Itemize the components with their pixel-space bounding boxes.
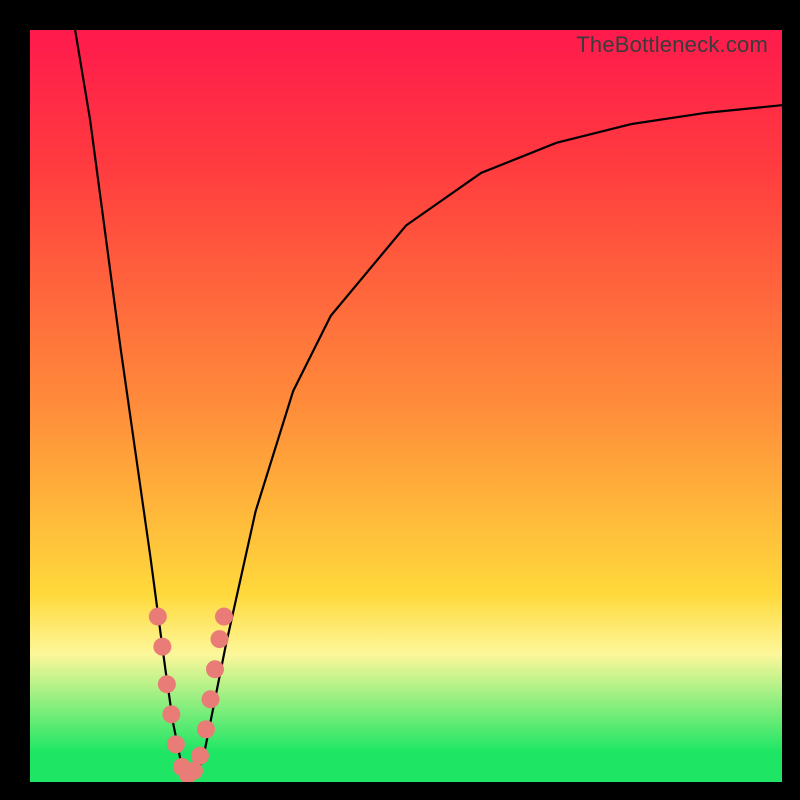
data-marker [206,660,224,678]
data-marker [197,720,215,738]
data-marker [149,608,167,626]
data-marker [191,747,209,765]
chart-svg [30,30,782,782]
bottleneck-curve [75,30,782,774]
data-marker [158,675,176,693]
chart-frame: TheBottleneck.com [0,0,800,800]
data-marker [211,630,229,648]
data-marker [201,690,219,708]
data-marker [167,735,185,753]
data-marker [215,608,233,626]
data-marker [162,705,180,723]
data-marker [153,638,171,656]
plot-area: TheBottleneck.com [30,30,782,782]
